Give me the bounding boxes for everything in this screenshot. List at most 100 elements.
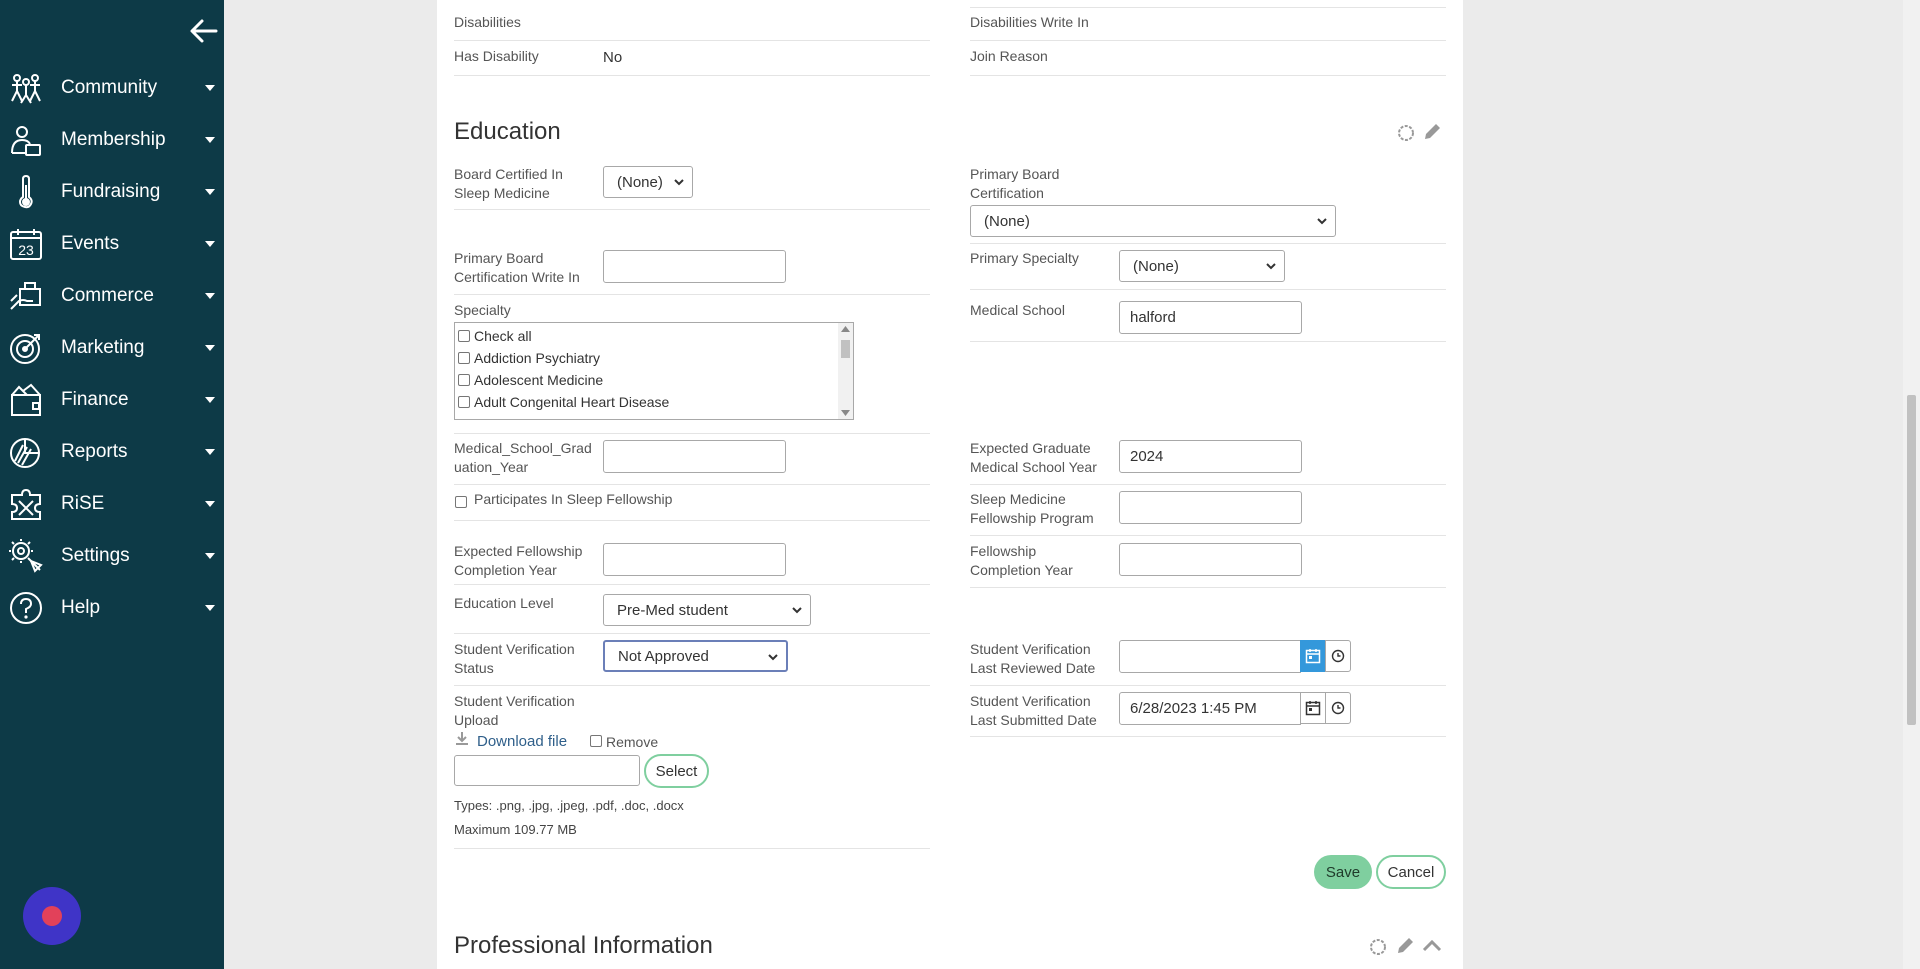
sv-reviewed-calendar-button[interactable] — [1300, 640, 1326, 672]
specialty-option[interactable]: Addiction Psychiatry — [458, 347, 600, 369]
page-scrollbar[interactable] — [1903, 0, 1920, 969]
chevron-down-icon — [205, 85, 215, 91]
history-icon[interactable] — [1368, 937, 1388, 957]
divider — [454, 520, 930, 521]
file-types-text: Types: .png, .jpg, .jpeg, .pdf, .doc, .d… — [454, 798, 684, 813]
checkbox[interactable] — [458, 374, 470, 386]
sleep-fellowship-program-input[interactable] — [1119, 491, 1302, 524]
clock-icon — [1331, 649, 1345, 663]
divider — [970, 289, 1446, 290]
listbox-scrollbar[interactable] — [838, 323, 853, 419]
edit-pencil-icon[interactable] — [1395, 936, 1415, 956]
sidebar-item-reports[interactable]: Reports — [0, 430, 224, 474]
specialty-option-label: Adolescent Medicine — [474, 372, 604, 388]
file-name-input[interactable] — [454, 755, 640, 786]
community-icon — [9, 71, 43, 105]
target-icon — [9, 331, 43, 365]
divider — [454, 484, 930, 485]
divider — [454, 75, 930, 76]
primary-board-cert-write-in-label: Primary Board Certification Write In — [454, 250, 580, 285]
sv-submitted-time-button[interactable] — [1325, 692, 1351, 724]
sidebar-item-marketing[interactable]: Marketing — [0, 326, 224, 370]
education-level-select[interactable]: Pre-Med student — [603, 594, 811, 626]
chevron-down-icon — [205, 293, 215, 299]
scroll-up-icon[interactable] — [841, 326, 850, 332]
remove-label: Remove — [606, 734, 659, 750]
sidebar-item-fundraising[interactable]: Fundraising — [0, 170, 224, 214]
sv-submitted-calendar-button[interactable] — [1300, 692, 1326, 724]
sv-submitted-label: Student Verification Last Submitted Date — [970, 693, 1097, 728]
sidebar-item-help[interactable]: Help — [0, 586, 224, 630]
primary-board-cert-select[interactable]: (None) — [970, 205, 1336, 237]
join-reason-label: Join Reason — [970, 48, 1048, 64]
expected-fellowship-input[interactable] — [603, 543, 786, 576]
select-file-button[interactable]: Select — [644, 754, 709, 788]
specialty-option[interactable]: Check all — [458, 325, 532, 347]
membership-icon — [9, 123, 43, 157]
chat-launcher-button[interactable] — [23, 887, 81, 945]
download-icon[interactable] — [454, 731, 470, 747]
sv-reviewed-input[interactable] — [1119, 640, 1301, 673]
remove-checkbox[interactable] — [590, 735, 602, 747]
sidebar-item-rise[interactable]: RiSE — [0, 482, 224, 526]
sidebar-item-events[interactable]: 23 Events — [0, 222, 224, 266]
sidebar-item-settings[interactable]: Settings — [0, 534, 224, 578]
specialty-listbox[interactable]: Check all Addiction Psychiatry Adolescen… — [454, 322, 854, 420]
primary-specialty-select[interactable]: (None) — [1119, 250, 1285, 282]
chevron-down-icon — [205, 605, 215, 611]
sv-reviewed-time-button[interactable] — [1325, 640, 1351, 672]
primary-specialty-label: Primary Specialty — [970, 250, 1079, 266]
page-scroll-thumb[interactable] — [1907, 395, 1916, 725]
primary-board-cert-write-in-input[interactable] — [603, 250, 786, 283]
sidebar-item-commerce[interactable]: Commerce — [0, 274, 224, 318]
calendar-icon — [1305, 649, 1321, 664]
medical-school-input[interactable]: halford — [1119, 301, 1302, 334]
save-button[interactable]: Save — [1314, 855, 1372, 889]
divider — [454, 848, 930, 849]
sleep-fellowship-checkbox[interactable] — [455, 496, 467, 508]
primary-specialty-select-value: (None) — [1133, 257, 1179, 275]
edit-pencil-icon[interactable] — [1422, 122, 1442, 142]
chevron-down-icon — [674, 179, 684, 186]
divider — [970, 75, 1446, 76]
sidebar-item-label: Settings — [61, 545, 130, 566]
sidebar-item-label: Community — [61, 77, 158, 98]
sidebar: Community Membership Fundraising 23 Even… — [0, 0, 224, 969]
sv-reviewed-label: Student Verification Last Reviewed Date — [970, 641, 1096, 676]
chevron-down-icon — [1317, 218, 1327, 225]
expected-grad-input[interactable]: 2024 — [1119, 440, 1302, 473]
sidebar-item-membership[interactable]: Membership — [0, 118, 224, 162]
sidebar-item-community[interactable]: Community — [0, 66, 224, 110]
cancel-button[interactable]: Cancel — [1376, 855, 1446, 889]
download-file-link[interactable]: Download file — [477, 733, 567, 750]
sv-submitted-input[interactable]: 6/28/2023 1:45 PM — [1119, 692, 1301, 725]
back-arrow-icon[interactable] — [188, 18, 218, 44]
listbox-scroll-thumb[interactable] — [841, 340, 850, 358]
fellowship-completion-input[interactable] — [1119, 543, 1302, 576]
help-icon — [9, 591, 43, 625]
board-certified-select[interactable]: (None) — [603, 166, 693, 198]
specialty-option[interactable]: Adult Congenital Heart Disease — [458, 391, 669, 413]
scroll-down-icon[interactable] — [841, 410, 850, 416]
grad-year-input[interactable] — [603, 440, 786, 473]
chevron-down-icon — [205, 345, 215, 351]
checkbox[interactable] — [458, 352, 470, 364]
chevron-down-icon — [1266, 263, 1276, 270]
chevron-down-icon — [792, 607, 802, 614]
expected-fellowship-label: Expected Fellowship Completion Year — [454, 543, 583, 578]
checkbox[interactable] — [458, 330, 470, 342]
sleep-fellowship-program-label: Sleep Medicine Fellowship Program — [970, 491, 1094, 526]
history-icon[interactable] — [1396, 123, 1416, 143]
sidebar-item-finance[interactable]: Finance — [0, 378, 224, 422]
specialty-option[interactable]: Adolescent Medicine — [458, 369, 603, 391]
file-max-size-text: Maximum 109.77 MB — [454, 822, 577, 837]
expected-grad-value: 2024 — [1130, 448, 1164, 465]
calendar-icon — [1305, 701, 1321, 716]
collapse-chevron-icon[interactable] — [1422, 938, 1442, 954]
checkbox[interactable] — [458, 396, 470, 408]
specialty-option-label: Addiction Psychiatry — [474, 350, 601, 366]
sv-status-select[interactable]: Not Approved — [603, 640, 788, 672]
sv-status-label: Student Verification Status — [454, 641, 575, 676]
chat-dot-icon — [42, 906, 62, 926]
divider — [454, 40, 930, 41]
